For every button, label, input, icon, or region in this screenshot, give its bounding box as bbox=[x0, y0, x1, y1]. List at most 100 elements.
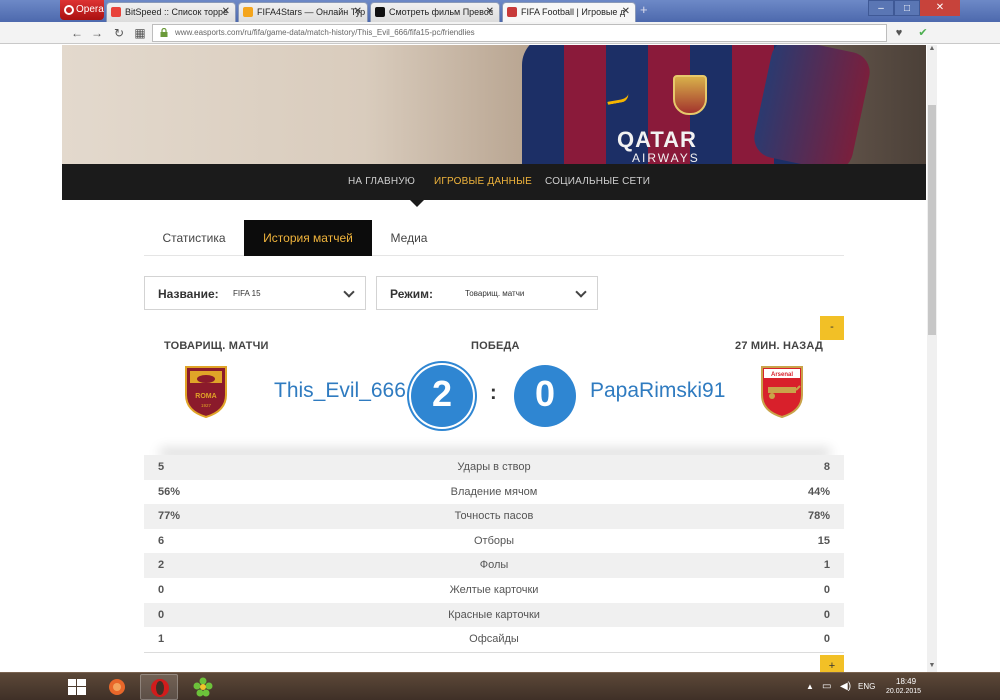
roma-crest-year: 1927 bbox=[201, 403, 212, 408]
hd-favicon-icon bbox=[375, 7, 385, 17]
stats-divider bbox=[144, 652, 844, 653]
expand-match-button[interactable]: + bbox=[820, 655, 844, 672]
taskbar-app-opera[interactable] bbox=[140, 674, 178, 700]
hero-sponsor-subtext: AIRWAYS bbox=[632, 151, 700, 164]
tab-close-icon[interactable]: ✕ bbox=[622, 3, 630, 21]
game-mode-select[interactable]: Режим: Товарищ. матчи bbox=[376, 276, 598, 310]
browser-tab-fifa4stars[interactable]: FIFA4Stars — Онлайн Тур ✕ bbox=[238, 2, 368, 22]
tab-label: FIFA Football | Игровые д bbox=[521, 7, 626, 17]
hero-sponsor-text: QATAR bbox=[617, 127, 697, 152]
tray-volume-icon[interactable]: ◀) bbox=[840, 681, 851, 692]
stat-label: Красные карточки bbox=[448, 608, 540, 621]
nav-active-caret-icon bbox=[410, 200, 424, 207]
window-minimize-button[interactable]: – bbox=[868, 0, 894, 16]
stat-away-value: 0 bbox=[823, 633, 830, 646]
tab-close-icon[interactable]: ✕ bbox=[222, 3, 230, 21]
tray-network-icon[interactable]: ▭ bbox=[822, 681, 831, 692]
new-tab-button[interactable]: + bbox=[640, 3, 654, 18]
tab-label: FIFA4Stars — Онлайн Тур bbox=[257, 7, 366, 17]
stat-label: Удары в створ bbox=[457, 461, 531, 473]
address-bar: ← → ↻ ▦ www.easports.com/ru/fifa/game-da… bbox=[0, 22, 1000, 44]
opera-menu-button[interactable]: Opera bbox=[60, 0, 104, 20]
stat-away-value: 44% bbox=[807, 485, 830, 498]
windows-taskbar: ▲ ▭ ◀) ENG 18:49 20.02.2015 bbox=[0, 672, 1000, 700]
stat-label: Отборы bbox=[473, 534, 515, 547]
tab-media[interactable]: Медиа bbox=[372, 220, 446, 256]
game-title-label: Название: bbox=[158, 287, 219, 301]
tab-close-icon[interactable]: ✕ bbox=[486, 3, 494, 21]
tab-close-icon[interactable]: ✕ bbox=[354, 3, 362, 21]
arsenal-crest-text: Arsenal bbox=[771, 372, 793, 378]
orange-app-icon bbox=[109, 679, 125, 695]
fifa4stars-favicon-icon bbox=[243, 7, 253, 17]
game-title-value: FIFA 15 bbox=[233, 289, 261, 298]
scrollbar-thumb[interactable] bbox=[928, 105, 936, 335]
match-mode-heading: ТОВАРИЩ. МАТЧИ bbox=[164, 340, 269, 352]
icq-flower-icon bbox=[193, 677, 213, 697]
browser-tab-bitspeed[interactable]: BitSpeed :: Список торре ✕ bbox=[106, 2, 236, 22]
tray-up-arrow-icon[interactable]: ▲ bbox=[806, 682, 814, 691]
stat-away-value: 1 bbox=[823, 559, 830, 572]
stat-away-value: 0 bbox=[823, 608, 830, 621]
forward-arrow-icon[interactable]: → bbox=[90, 25, 104, 41]
home-score: 2 bbox=[411, 365, 473, 427]
tab-match-history[interactable]: История матчей bbox=[244, 220, 372, 256]
window-maximize-button[interactable]: □ bbox=[894, 0, 920, 16]
tab-label: Смотреть фильм Превос bbox=[389, 7, 494, 17]
home-player-name[interactable]: This_Evil_666 bbox=[274, 379, 406, 403]
barcelona-crest-icon bbox=[673, 75, 707, 115]
hero-banner: QATAR AIRWAYS bbox=[62, 45, 926, 164]
opera-logo-icon bbox=[64, 5, 74, 15]
url-text: www.easports.com/ru/fifa/game-data/match… bbox=[175, 28, 475, 37]
tab-statistics[interactable]: Статистика bbox=[144, 220, 244, 256]
stats-row: 0 Красные карточки 0 bbox=[144, 602, 844, 628]
right-gutter bbox=[937, 45, 1000, 672]
stats-row: 77% Точность пасов 78% bbox=[144, 504, 844, 529]
page-viewport: QATAR AIRWAYS НА ГЛАВНУЮ ИГРОВЫЕ ДАННЫЕ … bbox=[0, 45, 927, 672]
taskbar-app-browser[interactable] bbox=[98, 674, 136, 700]
nav-item-game-data[interactable]: ИГРОВЫЕ ДАННЫЕ bbox=[434, 164, 532, 200]
match-result-heading: ПОБЕДА bbox=[471, 340, 520, 352]
away-player-name[interactable]: PapaRimski91 bbox=[590, 379, 725, 403]
stats-row: 1 Офсайды 0 bbox=[144, 627, 844, 652]
collapse-match-button[interactable]: - bbox=[820, 316, 844, 340]
opera-icon bbox=[151, 679, 169, 697]
arsenal-crest-icon: Arsenal bbox=[761, 366, 803, 419]
match-stats-table: 5 Удары в створ 8 56% Владение мячом 44% 77% То… bbox=[144, 455, 844, 652]
reload-icon[interactable]: ↻ bbox=[112, 25, 126, 41]
heart-bookmark-icon[interactable]: ♥ bbox=[892, 26, 906, 40]
roma-crest-text: ROMA bbox=[195, 393, 216, 400]
game-title-select[interactable]: Название: FIFA 15 bbox=[144, 276, 366, 310]
tray-clock-date[interactable]: 20.02.2015 bbox=[886, 688, 921, 695]
nav-item-social[interactable]: СОЦИАЛЬНЫЕ СЕТИ bbox=[545, 164, 650, 200]
stat-label: Фолы bbox=[479, 559, 509, 572]
window-close-button[interactable]: ✕ bbox=[920, 0, 960, 16]
taskbar-app-icq[interactable] bbox=[184, 674, 222, 700]
stat-away-value: 0 bbox=[823, 583, 830, 596]
main-nav: НА ГЛАВНУЮ ИГРОВЫЕ ДАННЫЕ СОЦИАЛЬНЫЕ СЕТ… bbox=[62, 164, 926, 200]
nav-item-home[interactable]: НА ГЛАВНУЮ bbox=[348, 164, 415, 200]
shield-check-icon[interactable]: ✔ bbox=[916, 26, 930, 40]
browser-tab-bar: Opera BitSpeed :: Список торре ✕ FIFA4St… bbox=[0, 0, 1000, 22]
tray-language[interactable]: ENG bbox=[858, 682, 875, 691]
stat-label: Желтые карточки bbox=[449, 583, 539, 596]
tray-clock-time[interactable]: 18:49 bbox=[896, 677, 916, 686]
opera-menu-label: Opera bbox=[76, 4, 104, 15]
score-separator: : bbox=[490, 382, 497, 404]
url-field[interactable]: www.easports.com/ru/fifa/game-data/match… bbox=[152, 24, 887, 42]
stat-away-value: 78% bbox=[807, 510, 830, 523]
windows-start-icon[interactable] bbox=[68, 679, 86, 695]
speed-dial-grid-icon[interactable]: ▦ bbox=[133, 25, 147, 41]
lock-icon bbox=[160, 28, 168, 37]
page-scrollbar[interactable]: ▲ ▼ bbox=[927, 45, 937, 672]
stat-away-value: 15 bbox=[817, 534, 830, 547]
browser-tab-film[interactable]: Смотреть фильм Превос ✕ bbox=[370, 2, 500, 22]
browser-tab-fifa-football[interactable]: FIFA Football | Игровые д ✕ bbox=[502, 2, 636, 22]
scroll-up-arrow-icon[interactable]: ▲ bbox=[927, 45, 937, 55]
stats-row: 6 Отборы 15 bbox=[144, 529, 844, 554]
scroll-down-arrow-icon[interactable]: ▼ bbox=[927, 662, 937, 672]
back-arrow-icon[interactable]: ← bbox=[70, 25, 84, 41]
stats-row: 2 Фолы 1 bbox=[144, 553, 844, 578]
stat-label: Владение мячом bbox=[450, 485, 538, 498]
sub-tabs: Статистика История матчей Медиа bbox=[144, 220, 844, 256]
